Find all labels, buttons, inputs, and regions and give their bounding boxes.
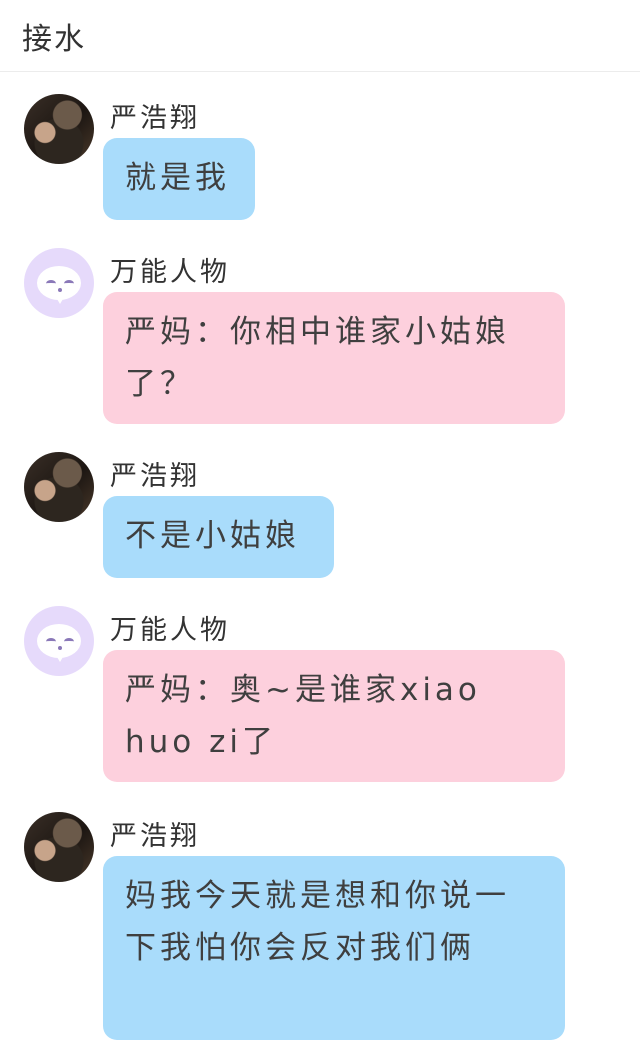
avatar[interactable]	[24, 812, 94, 882]
avatar[interactable]	[24, 248, 94, 318]
chat-title: 接水	[22, 22, 86, 57]
avatar[interactable]	[24, 606, 94, 676]
avatar[interactable]	[24, 452, 94, 522]
sender-name: 万能人物	[110, 615, 230, 646]
sender-name: 严浩翔	[110, 821, 200, 852]
sender-name: 严浩翔	[110, 461, 200, 492]
message-bubble[interactable]: 严妈：你相中谁家小姑娘了？	[103, 292, 565, 424]
message-bubble[interactable]: 妈我今天就是想和你说一下我怕你会反对我们俩	[103, 856, 565, 1040]
message-bubble[interactable]: 就是我	[103, 138, 255, 220]
message-bubble[interactable]: 严妈：奥~是谁家xiao huo zi了	[103, 650, 565, 782]
chat-header: 接水	[0, 0, 640, 72]
avatar[interactable]	[24, 94, 94, 164]
message-bubble[interactable]: 不是小姑娘	[103, 496, 334, 578]
sender-name: 严浩翔	[110, 103, 200, 134]
sender-name: 万能人物	[110, 257, 230, 288]
